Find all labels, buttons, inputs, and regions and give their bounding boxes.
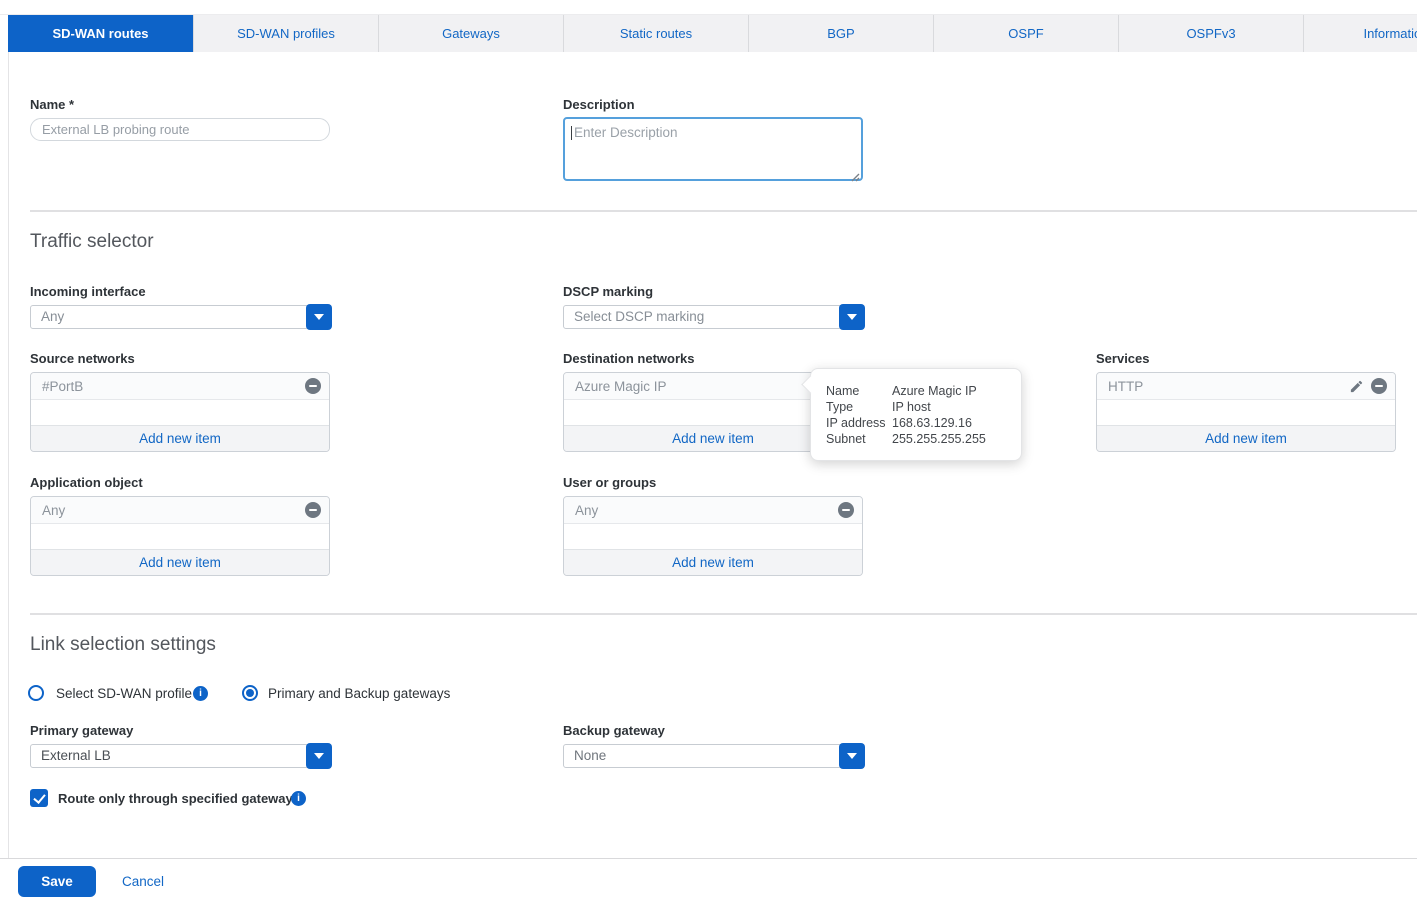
user-or-groups-label: User or groups — [563, 475, 656, 491]
chevron-down-icon[interactable] — [306, 304, 332, 330]
list-item-label: Azure Magic IP — [575, 379, 838, 394]
tab-ospfv3[interactable]: OSPFv3 — [1118, 15, 1303, 52]
list-empty-area — [564, 524, 862, 549]
info-icon[interactable]: i — [291, 791, 306, 806]
destination-networks-label: Destination networks — [563, 351, 694, 367]
text-cursor — [571, 126, 572, 140]
description-input[interactable] — [563, 117, 863, 181]
route-only-checkbox-label[interactable]: Route only through specified gateways — [58, 791, 300, 807]
incoming-interface-label: Incoming interface — [30, 284, 146, 300]
list-item-label: Any — [42, 503, 305, 518]
chevron-down-icon[interactable] — [839, 743, 865, 769]
dscp-marking-label: DSCP marking — [563, 284, 653, 300]
footer-divider — [0, 858, 1417, 859]
tooltip-row-value: Azure Magic IP — [892, 383, 977, 399]
dscp-marking-dropdown[interactable]: Select DSCP marking — [563, 304, 865, 330]
list-item-label: HTTP — [1108, 379, 1349, 394]
radio-select-sdwan-profile[interactable] — [28, 685, 44, 701]
tab-information[interactable]: Information — [1303, 15, 1417, 52]
edit-icon[interactable] — [1349, 379, 1364, 394]
link-selection-heading: Link selection settings — [30, 633, 216, 657]
list-item-label: #PortB — [42, 379, 305, 394]
source-networks-label: Source networks — [30, 351, 135, 367]
tab-sdwan-routes[interactable]: SD-WAN routes — [8, 15, 193, 52]
source-networks-box: #PortB Add new item — [30, 372, 330, 452]
tab-ospf[interactable]: OSPF — [933, 15, 1118, 52]
cancel-button[interactable]: Cancel — [122, 874, 164, 889]
tooltip-row-label: IP address — [826, 415, 892, 431]
name-label: Name * — [30, 97, 74, 113]
services-box: HTTP Add new item — [1096, 372, 1396, 452]
name-input[interactable] — [30, 118, 330, 141]
services-label: Services — [1096, 351, 1150, 367]
tab-sdwan-profiles[interactable]: SD-WAN profiles — [193, 15, 378, 52]
remove-icon[interactable] — [1371, 378, 1387, 394]
primary-gateway-dropdown[interactable]: External LB — [30, 743, 332, 769]
dropdown-value: None — [563, 744, 842, 768]
save-button[interactable]: Save — [18, 866, 96, 897]
tab-static-routes[interactable]: Static routes — [563, 15, 748, 52]
tooltip-row-value: 168.63.129.16 — [892, 415, 972, 431]
backup-gateway-label: Backup gateway — [563, 723, 665, 739]
chevron-down-icon[interactable] — [306, 743, 332, 769]
panel-left-border — [8, 52, 9, 858]
radio-label-sdwan-profile[interactable]: Select SD-WAN profile — [56, 686, 192, 702]
tooltip-row-label: Type — [826, 399, 892, 415]
add-new-item-button[interactable]: Add new item — [564, 549, 862, 575]
list-item: HTTP — [1097, 373, 1395, 400]
radio-primary-backup-gateways[interactable] — [242, 685, 258, 701]
backup-gateway-dropdown[interactable]: None — [563, 743, 865, 769]
add-new-item-button[interactable]: Add new item — [31, 549, 329, 575]
section-divider — [30, 210, 1417, 212]
list-empty-area — [1097, 400, 1395, 425]
list-empty-area — [31, 400, 329, 425]
tab-gateways[interactable]: Gateways — [378, 15, 563, 52]
resize-handle-icon[interactable] — [851, 169, 860, 187]
chevron-down-icon[interactable] — [839, 304, 865, 330]
tab-bar: SD-WAN routes SD-WAN profiles Gateways S… — [0, 14, 1417, 52]
tooltip-row-label: Name — [826, 383, 892, 399]
section-divider — [30, 613, 1417, 615]
list-item: Any — [31, 497, 329, 524]
incoming-interface-dropdown[interactable]: Any — [30, 304, 332, 330]
traffic-selector-heading: Traffic selector — [30, 230, 154, 254]
radio-label-primary-backup[interactable]: Primary and Backup gateways — [268, 686, 450, 702]
tooltip-row-value: IP host — [892, 399, 931, 415]
info-icon[interactable]: i — [193, 686, 208, 701]
list-item: #PortB — [31, 373, 329, 400]
sdwan-route-editor: SD-WAN routes SD-WAN profiles Gateways S… — [0, 0, 1417, 905]
description-label: Description — [563, 97, 635, 113]
add-new-item-button[interactable]: Add new item — [31, 425, 329, 451]
tab-bgp[interactable]: BGP — [748, 15, 933, 52]
host-details-tooltip: NameAzure Magic IP TypeIP host IP addres… — [810, 368, 1022, 461]
list-item-label: Any — [575, 503, 838, 518]
remove-icon[interactable] — [305, 378, 321, 394]
remove-icon[interactable] — [838, 502, 854, 518]
dropdown-value: Select DSCP marking — [563, 305, 842, 329]
dropdown-value: Any — [30, 305, 309, 329]
application-object-box: Any Add new item — [30, 496, 330, 576]
tooltip-row-value: 255.255.255.255 — [892, 431, 986, 447]
list-item: Any — [564, 497, 862, 524]
tooltip-row-label: Subnet — [826, 431, 892, 447]
primary-gateway-label: Primary gateway — [30, 723, 133, 739]
route-only-checkbox[interactable] — [30, 789, 48, 807]
list-empty-area — [31, 524, 329, 549]
dropdown-value: External LB — [30, 744, 309, 768]
add-new-item-button[interactable]: Add new item — [1097, 425, 1395, 451]
application-object-label: Application object — [30, 475, 143, 491]
remove-icon[interactable] — [305, 502, 321, 518]
user-or-groups-box: Any Add new item — [563, 496, 863, 576]
